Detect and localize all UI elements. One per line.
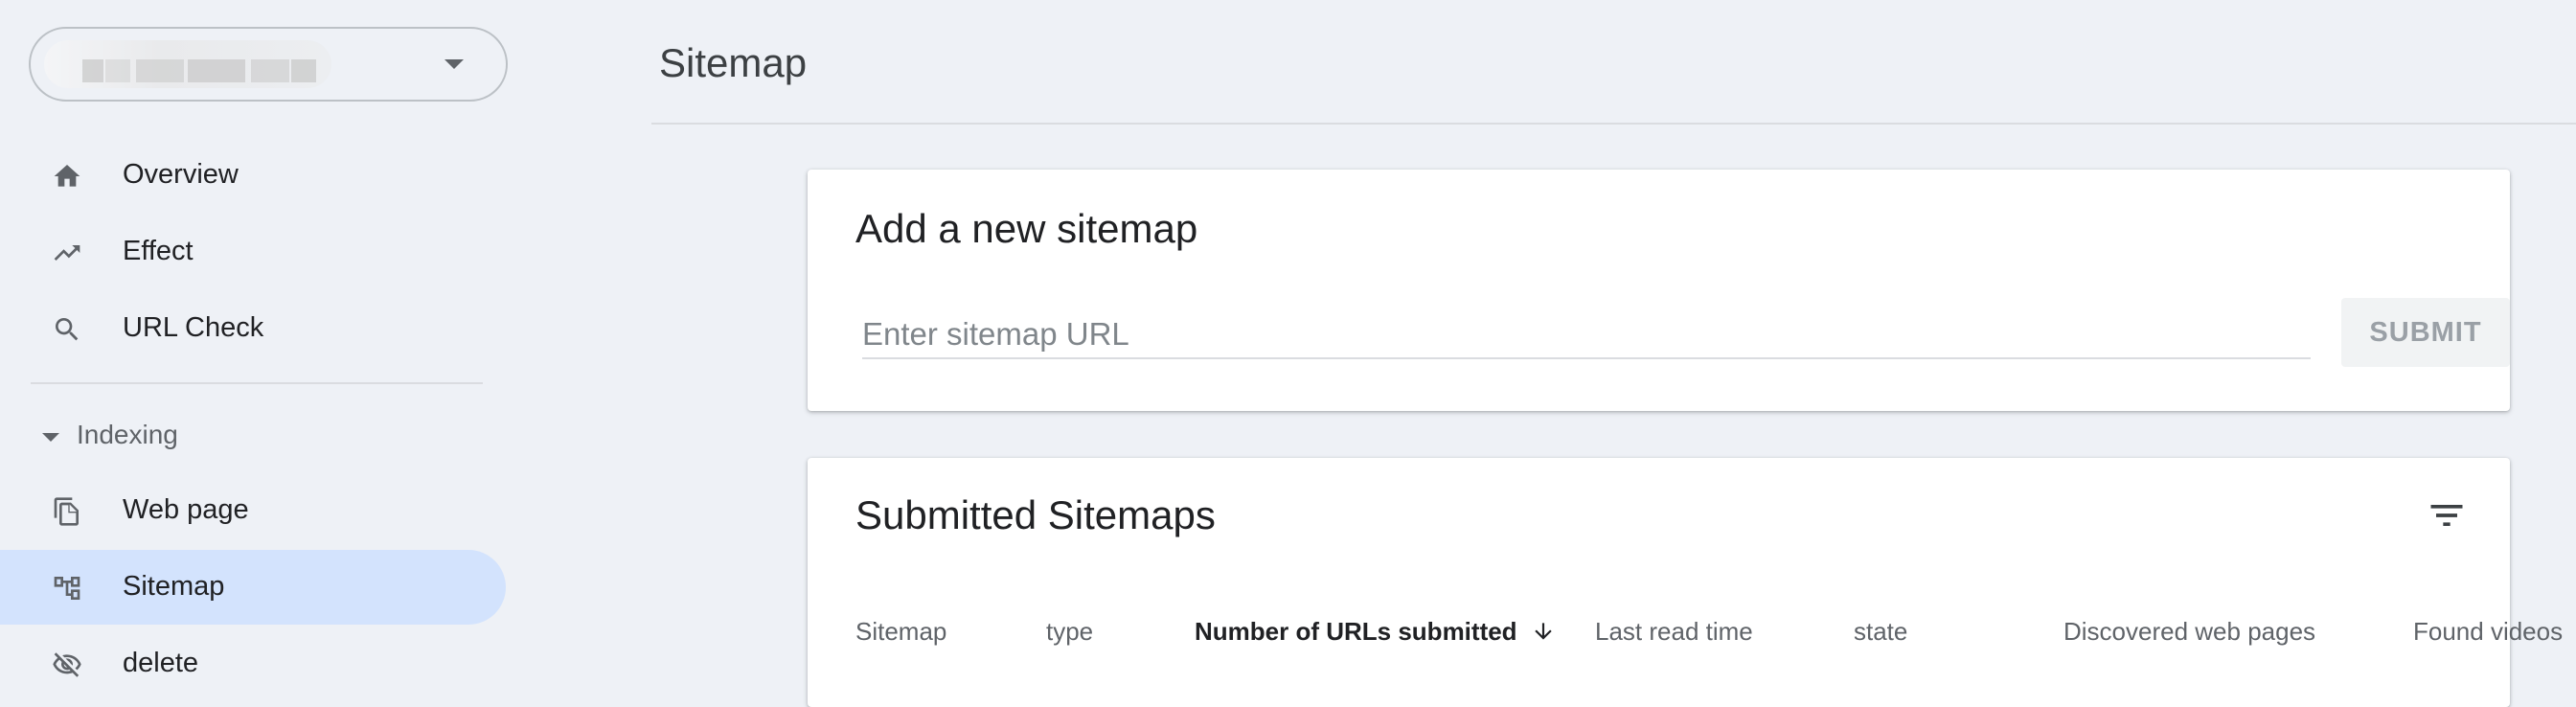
caret-down-icon: [42, 433, 59, 442]
sidebar-item-label: Effect: [123, 236, 194, 266]
section-label: Indexing: [77, 420, 178, 449]
sidebar-item-label: Sitemap: [123, 571, 225, 602]
arrow-down-icon: [1534, 623, 1552, 640]
column-header-label: Number of URLs submitted: [1195, 617, 1517, 646]
sidebar-item-label: Web page: [123, 494, 249, 525]
section-indexing[interactable]: Indexing: [0, 402, 506, 469]
column-header-discovered-pages[interactable]: Discovered web pages: [2063, 617, 2315, 647]
sidebar-item-label: delete: [123, 648, 199, 678]
add-sitemap-title: Add a new sitemap: [855, 206, 1198, 251]
sidebar-item-web-page[interactable]: Web page: [0, 473, 506, 548]
sitemap-url-input[interactable]: [862, 311, 2311, 359]
submitted-sitemaps-card: Submitted Sitemaps Sitemap type Number o…: [808, 458, 2563, 707]
search-icon: [56, 318, 79, 341]
column-header-sitemap[interactable]: Sitemap: [855, 617, 946, 647]
column-header-found-videos[interactable]: Found videos: [2413, 617, 2563, 647]
sidebar-item-overview[interactable]: Overview: [0, 138, 506, 213]
column-header-state[interactable]: state: [1854, 617, 1907, 647]
sidebar-item-effect[interactable]: Effect: [0, 215, 506, 289]
submit-button[interactable]: SUBMIT: [2341, 298, 2510, 367]
property-name-redacted: [44, 40, 331, 88]
sidebar-item-url-check[interactable]: URL Check: [0, 291, 506, 366]
home-icon: [54, 165, 80, 187]
page-title: Sitemap: [659, 40, 808, 85]
file-copy-icon: [54, 497, 79, 526]
eye-off-icon: [53, 652, 81, 677]
sidebar-item-label: URL Check: [123, 312, 264, 343]
sidebar-divider: [31, 382, 483, 384]
filter-icon[interactable]: [2426, 494, 2468, 536]
column-header-type[interactable]: type: [1046, 617, 1093, 647]
property-selector[interactable]: [29, 27, 508, 102]
header-divider: [651, 123, 2576, 125]
trending-up-icon: [54, 245, 80, 261]
sitemap-icon: [54, 577, 80, 600]
column-header-last-read-time[interactable]: Last read time: [1595, 617, 1753, 647]
sidebar-item-sitemap[interactable]: Sitemap: [0, 550, 506, 625]
column-header-urls-submitted[interactable]: Number of URLs submitted: [1195, 617, 1556, 647]
sidebar-item-label: Overview: [123, 159, 239, 190]
chevron-down-icon: [445, 59, 464, 69]
add-sitemap-card: Add a new sitemap SUBMIT: [808, 170, 2510, 411]
submitted-sitemaps-title: Submitted Sitemaps: [855, 492, 1216, 537]
sidebar-item-delete[interactable]: delete: [0, 627, 506, 701]
